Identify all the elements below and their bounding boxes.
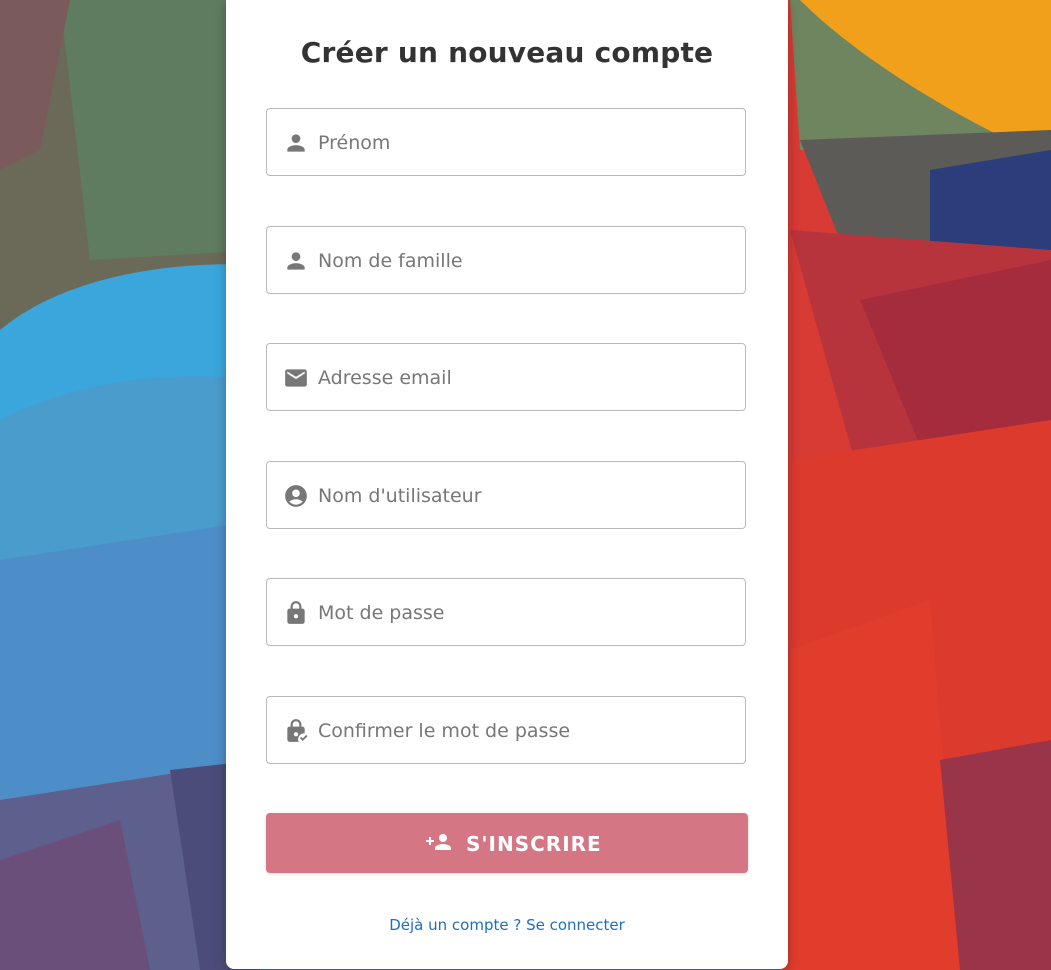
email-icon xyxy=(283,365,309,391)
person-icon xyxy=(283,130,309,156)
login-link[interactable]: Déjà un compte ? Se connecter xyxy=(226,915,788,935)
password-field[interactable]: Mot de passe xyxy=(266,578,746,646)
signup-button[interactable]: S'INSCRIRE xyxy=(266,813,748,873)
last-name-field[interactable]: Nom de famille xyxy=(266,226,746,294)
confirm-password-field[interactable]: Confirmer le mot de passe xyxy=(266,696,746,764)
username-field[interactable]: Nom d'utilisateur xyxy=(266,461,746,529)
account-circle-icon xyxy=(283,483,309,509)
last-name-placeholder: Nom de famille xyxy=(318,250,463,272)
username-placeholder: Nom d'utilisateur xyxy=(318,485,482,507)
signup-card: Créer un nouveau compte Prénom Nom de fa… xyxy=(226,0,788,969)
person-add-icon xyxy=(426,830,454,854)
confirm-password-placeholder: Confirmer le mot de passe xyxy=(318,720,571,742)
password-placeholder: Mot de passe xyxy=(318,602,445,624)
signup-button-label: S'INSCRIRE xyxy=(466,832,602,856)
email-field[interactable]: Adresse email xyxy=(266,343,746,411)
page-title: Créer un nouveau compte xyxy=(300,36,714,69)
lock-icon xyxy=(283,600,309,626)
lock-check-icon xyxy=(283,718,309,744)
person-icon xyxy=(283,248,309,274)
email-placeholder: Adresse email xyxy=(318,367,452,389)
first-name-field[interactable]: Prénom xyxy=(266,108,746,176)
first-name-placeholder: Prénom xyxy=(318,132,391,154)
